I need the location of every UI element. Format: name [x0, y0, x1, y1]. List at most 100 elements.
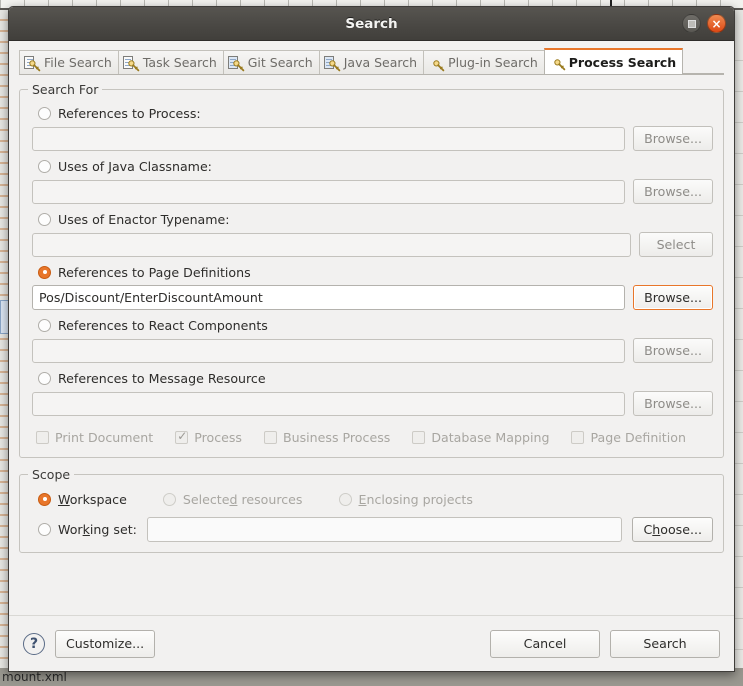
tab-file-search[interactable]: File Search [19, 50, 119, 74]
input-references-to-process[interactable] [32, 126, 626, 151]
field-row-references-to-message-resource: Browse... [32, 391, 713, 416]
plugin-search-icon [428, 55, 445, 71]
radio-uses-of-enactor-typename[interactable] [38, 212, 51, 226]
checkbox-print-document[interactable] [36, 431, 49, 444]
option-row-references-to-react-components[interactable]: References to React Components [30, 314, 713, 336]
tab-filler [682, 50, 724, 74]
search-for-group: Search For References to Process: Browse.… [19, 82, 724, 458]
tab-label: File Search [44, 55, 112, 70]
radio-references-to-process[interactable] [38, 106, 51, 120]
selected-resources-label: Selected resources [182, 491, 303, 507]
dialog-body: File Search Task Search Git Search Java Sea… [9, 41, 734, 615]
search-for-options: References to Process: Browse... Uses of J… [30, 102, 713, 416]
working-set-input[interactable] [146, 517, 623, 542]
button-uses-of-java-classname[interactable]: Browse... [633, 179, 713, 204]
checkbox-page-definition[interactable] [571, 431, 585, 444]
enclosing-projects-radio[interactable] [338, 492, 352, 506]
field-row-uses-of-java-classname: Browse... [32, 179, 713, 204]
search-button[interactable]: Search [610, 629, 720, 658]
option-row-references-to-process[interactable]: References to Process: [30, 102, 713, 124]
input-references-to-message-resource[interactable] [32, 391, 626, 416]
search-for-filters: Print Document Process Business Process Dat… [36, 429, 713, 445]
checkbox-label-print-document: Print Document [55, 430, 154, 445]
input-references-to-react-components[interactable] [32, 338, 626, 363]
filter-page-definition[interactable]: Page Definition [571, 430, 686, 445]
filter-print-document[interactable]: Print Document [36, 430, 153, 445]
input-uses-of-enactor-typename[interactable] [32, 232, 631, 257]
help-icon[interactable]: ? [23, 632, 45, 655]
filter-process[interactable]: Process [175, 429, 242, 445]
scope-option-selected-resources[interactable]: Selected resources [162, 488, 303, 510]
file-search-icon [24, 55, 41, 71]
scope-option-workspace[interactable]: Workspace [38, 488, 127, 510]
dialog-title: Search [345, 15, 398, 32]
search-dialog: Search × File Search Task Search Git Searc… [8, 6, 735, 672]
label-references-to-page-definitions: References to Page Definitions [58, 264, 251, 280]
tab-git-search[interactable]: Git Search [222, 50, 320, 74]
maximize-button[interactable] [682, 14, 701, 33]
radio-references-to-page-definitions[interactable] [38, 265, 51, 279]
label-references-to-process: References to Process: [58, 105, 201, 121]
filter-database-mapping[interactable]: Database Mapping [412, 430, 549, 445]
button-references-to-page-definitions[interactable]: Browse... [633, 285, 713, 310]
customize-button[interactable]: Customize... [55, 629, 156, 658]
scope-option-enclosing-projects[interactable]: Enclosing projects [338, 488, 473, 510]
tab-label: Process Search [568, 54, 677, 70]
workspace-radio[interactable] [38, 492, 51, 506]
checkbox-database-mapping[interactable] [412, 431, 426, 444]
checkbox-process[interactable] [175, 429, 189, 444]
label-references-to-react-components: References to React Components [58, 317, 268, 333]
dialog-footer: ? Customize... Cancel Search [9, 615, 734, 671]
scope-primary-row: Workspace Selected resources Enclosing p… [30, 487, 713, 511]
enclosing-projects-label: Enclosing projects [358, 491, 473, 507]
field-row-references-to-react-components: Browse... [32, 338, 713, 363]
radio-references-to-react-components[interactable] [38, 318, 51, 332]
radio-uses-of-java-classname[interactable] [38, 159, 51, 173]
option-row-uses-of-java-classname[interactable]: Uses of Java Classname: [30, 155, 713, 177]
maximize-icon [687, 19, 696, 28]
editor-status-text: mount.xml [2, 670, 67, 684]
filter-business-process[interactable]: Business Process [264, 430, 390, 445]
label-uses-of-java-classname: Uses of Java Classname: [58, 158, 212, 174]
field-row-references-to-page-definitions: Pos/Discount/EnterDiscountAmount Browse..… [32, 285, 713, 310]
process-search-icon [549, 54, 566, 71]
tab-label: Java Search [343, 55, 418, 70]
git-search-icon [227, 55, 245, 71]
option-row-uses-of-enactor-typename[interactable]: Uses of Enactor Typename: [30, 208, 713, 230]
dialog-titlebar[interactable]: Search × [9, 7, 734, 41]
tab-label: Task Search [142, 55, 217, 70]
choose-button[interactable]: Ch oose... [632, 517, 713, 542]
tab-task-search[interactable]: Task Search [117, 50, 224, 74]
close-icon: × [711, 16, 722, 31]
button-references-to-process[interactable]: Browse... [633, 126, 713, 151]
scope-working-set-row: Working set: Ch oose... [30, 517, 713, 542]
window-buttons: × [682, 14, 726, 33]
tab-plug-in-search[interactable]: Plug-in Search [423, 50, 545, 74]
radio-references-to-message-resource[interactable] [38, 371, 51, 385]
checkbox-label-process: Process [194, 430, 242, 445]
option-row-references-to-message-resource[interactable]: References to Message Resource [30, 367, 713, 389]
button-uses-of-enactor-typename[interactable]: Select [639, 232, 713, 257]
cancel-button[interactable]: Cancel [490, 629, 600, 658]
scope-option-working-set[interactable]: Working set: [38, 519, 137, 541]
tab-process-search[interactable]: Process Search [543, 48, 684, 74]
button-references-to-message-resource[interactable]: Browse... [633, 391, 713, 416]
field-row-references-to-process: Browse... [32, 126, 713, 151]
input-uses-of-java-classname[interactable] [32, 179, 626, 204]
checkbox-business-process[interactable] [264, 431, 277, 444]
label-uses-of-enactor-typename: Uses of Enactor Typename: [58, 211, 230, 227]
search-tabs: File Search Task Search Git Search Java Sea… [19, 48, 724, 75]
option-row-references-to-page-definitions[interactable]: References to Page Definitions [30, 261, 713, 283]
tab-label: Git Search [247, 55, 313, 70]
field-row-uses-of-enactor-typename: Select [32, 232, 713, 257]
selected-resources-radio[interactable] [162, 492, 176, 506]
search-for-legend: Search For [28, 82, 103, 97]
scope-group: Scope Workspace Selected resources Enclo… [19, 467, 724, 553]
input-references-to-page-definitions[interactable]: Pos/Discount/EnterDiscountAmount [32, 285, 626, 310]
scope-legend: Scope [28, 467, 75, 482]
checkbox-label-page-definition: Page Definition [590, 430, 686, 445]
close-button[interactable]: × [707, 14, 726, 33]
working-set-radio[interactable] [38, 523, 51, 536]
button-references-to-react-components[interactable]: Browse... [633, 338, 713, 363]
tab-java-search[interactable]: Java Search [318, 50, 425, 74]
